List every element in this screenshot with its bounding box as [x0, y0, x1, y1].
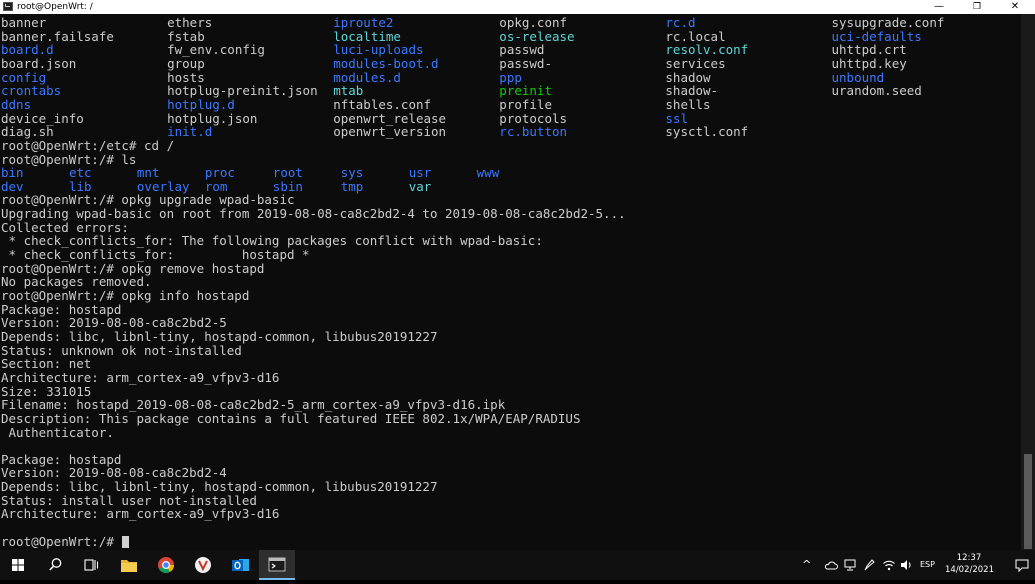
language-indicator[interactable]: ESP — [920, 550, 935, 580]
terminal-text: Architecture: arm_cortex-a9_vfpv3-d16 — [1, 369, 280, 385]
task-view-icon — [84, 559, 99, 571]
terminal-line: ddns hotplug.d nftables.conf profile shells — [1, 96, 1021, 112]
terminal-text: Description: This package contains a ful… — [1, 410, 581, 426]
terminal-output[interactable]: banner ethers iproute2 opkg.conf rc.d sysupgr… — [1, 16, 1021, 550]
window-title: root@OpenWrt: / — [17, 2, 93, 12]
taskbar-app-round[interactable] — [185, 550, 221, 580]
terminal-line: board.json group modules-boot.d passwd-serv… — [1, 55, 1021, 71]
terminal-text: sysupgrade.conf — [831, 15, 945, 30]
terminal-text: openwrt_version — [333, 124, 447, 140]
terminal-line: Status: unknown ok not-installed — [1, 343, 1021, 358]
terminal-text: shells — [665, 96, 711, 112]
terminal-line: Architecture: arm_cortex-a9_vfpv3-d16 — [1, 507, 1021, 521]
pen-icon[interactable] — [862, 558, 876, 572]
maximize-button[interactable]: ❐ — [958, 0, 996, 14]
terminal-line: root@OpenWrt:/# opkg remove hostapd — [1, 261, 1021, 276]
terminal-text: var — [408, 178, 432, 194]
title-bar[interactable]: root@OpenWrt: / — ❐ ✕ — [0, 0, 1035, 14]
terminal-line: root@OpenWrt:/# — [1, 534, 1021, 549]
terminal-line: root@OpenWrt:/etc# cd / — [1, 137, 1021, 153]
terminal-text: Depends: libc, libnl-tiny, hostapd-commo… — [1, 479, 438, 495]
terminal-text: board.json — [1, 55, 77, 71]
terminal-text: profile — [499, 96, 552, 112]
terminal-line: Depends: libc, libnl-tiny, hostapd-commo… — [1, 480, 1021, 494]
taskbar-outlook[interactable] — [222, 550, 258, 580]
scrollbar-thumb[interactable] — [1024, 454, 1032, 549]
terminal-text: Upgrading wpad-basic on root from 2019-0… — [1, 206, 626, 222]
clock-date: 14/02/2021 — [945, 565, 994, 575]
terminal-line: banner ethers iproute2 opkg.conf rc.d sysupgr… — [1, 16, 1021, 30]
terminal-text: ddns — [1, 96, 32, 112]
terminal-line: Architecture: arm_cortex-a9_vfpv3-d16 — [1, 369, 1021, 385]
terminal-text: opkg.conf — [499, 15, 568, 30]
terminal-text: Authenticator. — [1, 424, 114, 440]
terminal-text: Depends: libc, libnl-tiny, hostapd-commo… — [1, 328, 438, 344]
terminal-text: uhttpd.key — [831, 55, 907, 71]
terminal-text: sysctl.conf — [665, 124, 749, 140]
terminal-text: passwd- — [499, 55, 552, 71]
terminal-text: root@OpenWrt:/etc# cd / — [1, 137, 175, 153]
search-icon — [49, 558, 62, 571]
terminal-text: root@OpenWrt:/# opkg info hostapd — [1, 288, 250, 303]
terminal-cursor — [122, 535, 130, 548]
terminal-line: * check_conflicts_for: hostapd * — [1, 248, 1021, 262]
wifi-icon[interactable] — [882, 558, 896, 572]
terminal-line: Depends: libc, libnl-tiny, hostapd-commo… — [1, 328, 1021, 344]
cloud-icon[interactable] — [824, 558, 838, 572]
terminal-text: services — [665, 55, 726, 71]
clock-time: 12:37 — [956, 553, 982, 563]
terminal-text: rc.button — [499, 124, 568, 140]
close-button[interactable]: ✕ — [996, 0, 1034, 14]
chrome-icon — [158, 557, 174, 573]
task-view-button[interactable] — [73, 550, 109, 580]
terminal-text: tmp — [340, 178, 364, 194]
terminal-line: Authenticator. — [1, 424, 1021, 440]
taskbar-terminal[interactable] — [259, 550, 295, 580]
outlook-icon — [232, 559, 249, 571]
terminal-text: * check_conflicts_for: hostapd * — [1, 247, 310, 263]
search-button[interactable] — [37, 550, 73, 580]
terminal-text: iproute2 — [333, 15, 394, 30]
start-button[interactable] — [0, 550, 36, 580]
terminal-line: Upgrading wpad-basic on root from 2019-0… — [1, 207, 1021, 221]
terminal-text: urandom.seed — [831, 83, 922, 99]
terminal-text: hotplug.d — [167, 96, 235, 112]
folder-icon — [121, 560, 137, 572]
taskbar-file-explorer[interactable] — [111, 550, 147, 580]
terminal-text: root@OpenWrt:/# — [1, 534, 130, 549]
notifications-icon[interactable] — [1014, 557, 1030, 573]
terminal-text: modules-boot.d — [333, 55, 439, 71]
app-round-icon — [195, 557, 211, 573]
terminal-line: root@OpenWrt:/# opkg info hostapd — [1, 289, 1021, 303]
taskbar-chrome[interactable] — [148, 550, 184, 580]
volume-icon[interactable] — [899, 558, 913, 572]
terminal-text: ethers — [167, 15, 213, 30]
taskbar: ^ ESP 12:37 14/02/2021 — [0, 550, 1035, 580]
show-hidden-icons[interactable]: ^ — [802, 550, 811, 580]
terminal-icon — [268, 557, 286, 572]
taskbar-clock[interactable]: 12:37 14/02/2021 — [945, 552, 994, 576]
terminal-text: Architecture: arm_cortex-a9_vfpv3-d16 — [1, 506, 280, 522]
minimize-button[interactable]: — — [920, 0, 958, 14]
terminal-scrollbar[interactable] — [1021, 14, 1035, 550]
terminal-text: rc.d — [665, 15, 696, 30]
windows-icon — [12, 559, 24, 571]
terminal-app-icon — [3, 2, 13, 11]
terminal-window[interactable]: root@OpenWrt: / — ❐ ✕ banner ethers iprout… — [0, 0, 1035, 550]
terminal-text: group — [167, 55, 205, 71]
network-icon[interactable] — [843, 558, 857, 572]
terminal-text: banner — [1, 15, 47, 30]
terminal-text: nftables.conf — [333, 96, 432, 112]
terminal-text: www — [476, 165, 500, 181]
terminal-line: Description: This package contains a ful… — [1, 410, 1021, 426]
